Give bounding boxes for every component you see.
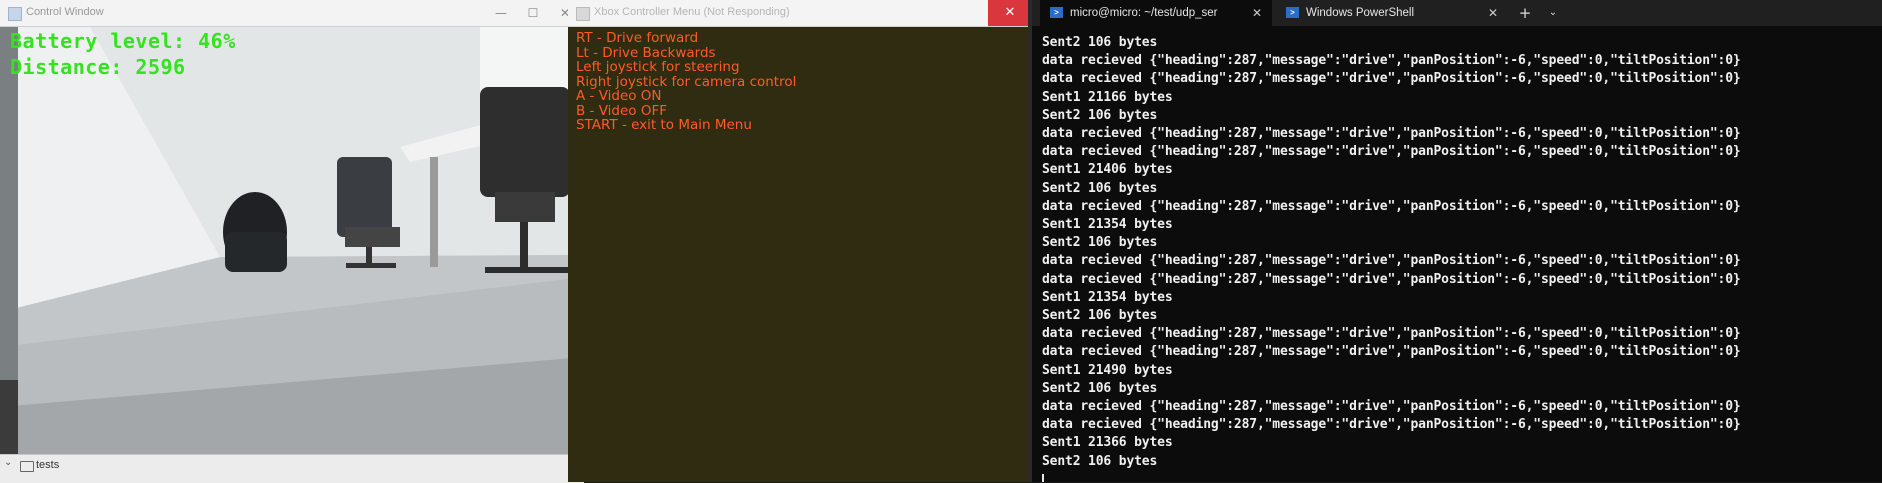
menu-content: RT - Drive forward Lt - Drive Backwards … — [568, 27, 1032, 482]
battery-level-overlay: Battery level: 46% — [10, 29, 236, 53]
controller-instructions: RT - Drive forward Lt - Drive Backwards … — [576, 31, 796, 133]
minimize-icon[interactable]: — — [486, 3, 516, 23]
tab-windows-powershell[interactable]: > Windows PowerShell ✕ — [1276, 0, 1508, 26]
menu-window-titlebar[interactable]: Xbox Controller Menu (Not Responding) ✕ — [568, 0, 1032, 27]
terminal-line: Sent1 21366 bytes — [1042, 435, 1173, 451]
terminal-window: > micro@micro: ~/test/udp_ser ✕ > Window… — [1032, 0, 1882, 482]
terminal-output[interactable]: Sent2 106 bytes data recieved {"heading":… — [1042, 34, 1882, 482]
menu-window-title: Xbox Controller Menu (Not Responding) — [594, 6, 790, 18]
close-icon[interactable]: ✕ — [988, 0, 1032, 26]
terminal-line: Sent2 106 bytes — [1042, 308, 1158, 324]
controller-menu-window: Xbox Controller Menu (Not Responding) ✕ … — [568, 0, 1032, 482]
terminal-lines: Sent2 106 bytes data recieved {"heading":… — [1042, 34, 1882, 471]
camera-window-title: Control Window — [26, 6, 104, 18]
instruction-line: RT - Drive forward — [576, 30, 699, 46]
instruction-line: Lt - Drive Backwards — [576, 44, 716, 61]
camera-scene-image — [0, 27, 584, 467]
tab-label: micro@micro: ~/test/udp_ser — [1070, 7, 1218, 19]
camera-video-feed: Battery level: 46% Distance: 2596 — [0, 27, 584, 467]
close-icon[interactable]: ✕ — [1488, 0, 1498, 26]
app-window-icon — [576, 7, 590, 21]
camera-window-titlebar[interactable]: Control Window — ☐ ✕ — [0, 0, 584, 27]
terminal-line: Sent2 106 bytes — [1042, 235, 1158, 251]
terminal-line: Sent2 106 bytes — [1042, 180, 1158, 196]
instruction-line: B - Video OFF — [576, 102, 667, 119]
editor-side-strip — [0, 380, 18, 454]
instruction-line: START - exit to Main Menu — [576, 117, 752, 133]
powershell-icon: > — [1050, 7, 1063, 18]
app-window-icon — [8, 7, 22, 21]
chevron-down-icon[interactable]: ⌄ — [1540, 0, 1566, 26]
terminal-line: data recieved {"heading":287,"message":"… — [1042, 417, 1741, 433]
terminal-line: Sent1 21166 bytes — [1042, 89, 1173, 105]
tab-label: Windows PowerShell — [1306, 7, 1415, 19]
terminal-line: data recieved {"heading":287,"message":"… — [1042, 253, 1741, 269]
terminal-line: Sent2 106 bytes — [1042, 107, 1158, 123]
terminal-line: Sent1 21354 bytes — [1042, 217, 1173, 233]
maximize-icon[interactable]: ☐ — [518, 3, 548, 23]
terminal-line: Sent1 21490 bytes — [1042, 362, 1173, 378]
folder-icon — [20, 461, 34, 472]
close-icon[interactable]: ✕ — [1252, 0, 1262, 26]
terminal-line: data recieved {"heading":287,"message":"… — [1042, 326, 1741, 342]
terminal-line: data recieved {"heading":287,"message":"… — [1042, 144, 1741, 160]
folder-label-tests[interactable]: tests — [36, 459, 59, 471]
powershell-icon: > — [1286, 7, 1299, 18]
terminal-line: data recieved {"heading":287,"message":"… — [1042, 271, 1741, 287]
terminal-line: Sent1 21406 bytes — [1042, 162, 1173, 178]
terminal-line: Sent2 106 bytes — [1042, 35, 1158, 50]
terminal-line: data recieved {"heading":287,"message":"… — [1042, 126, 1741, 142]
terminal-line: data recieved {"heading":287,"message":"… — [1042, 198, 1741, 214]
new-tab-button[interactable]: + — [1510, 0, 1540, 26]
camera-control-window: Control Window — ☐ ✕ Battery level: 46% … — [0, 0, 584, 470]
terminal-line: Sent2 106 bytes — [1042, 453, 1158, 469]
terminal-tab-bar: > micro@micro: ~/test/udp_ser ✕ > Window… — [1032, 0, 1882, 26]
distance-overlay: Distance: 2596 — [10, 55, 186, 79]
terminal-line: data recieved {"heading":287,"message":"… — [1042, 53, 1741, 69]
chevron-down-icon[interactable]: ⌄ — [4, 457, 12, 468]
instruction-line: Left joystick for steering — [576, 59, 740, 75]
file-explorer-strip: ⌄ tests — [0, 454, 584, 483]
instruction-line: A - Video ON — [576, 88, 662, 104]
instruction-line: Right joystick for camera control — [576, 73, 797, 90]
terminal-line: data recieved {"heading":287,"message":"… — [1042, 71, 1741, 87]
tab-udp-server[interactable]: > micro@micro: ~/test/udp_ser ✕ — [1040, 0, 1272, 26]
terminal-line: Sent2 106 bytes — [1042, 380, 1158, 396]
terminal-line: data recieved {"heading":287,"message":"… — [1042, 399, 1741, 415]
text-cursor — [1042, 474, 1044, 482]
terminal-line: Sent1 21354 bytes — [1042, 289, 1173, 305]
terminal-line: data recieved {"heading":287,"message":"… — [1042, 344, 1741, 360]
